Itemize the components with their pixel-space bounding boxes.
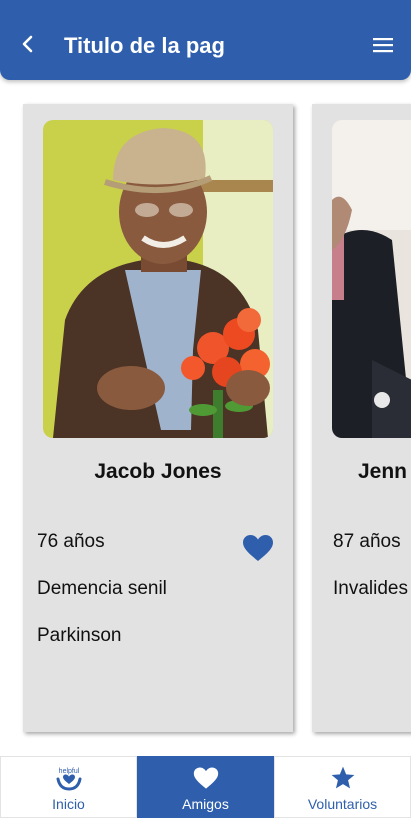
back-button[interactable] [14, 30, 42, 58]
profiles-carousel[interactable]: Jacob Jones 76 años Demencia senil Parki… [0, 80, 411, 756]
logo-text: helpful [58, 768, 79, 775]
menu-button[interactable] [369, 33, 397, 57]
profile-condition: Invalides [333, 578, 408, 599]
person-photo [332, 120, 411, 438]
bottom-navigation: helpful Inicio Amigos Voluntarios [0, 756, 411, 823]
profile-condition: Demencia senil [37, 578, 167, 599]
heart-icon [193, 765, 219, 791]
profile-condition: Parkinson [37, 625, 122, 646]
page-title: Titulo de la pag [64, 33, 225, 58]
profile-photo [43, 120, 273, 438]
profile-age: 87 años [333, 531, 401, 552]
star-icon [330, 765, 356, 791]
app-screen: Titulo de la pag Jacob Jones 76 años Dem… [0, 0, 411, 823]
heart-icon [243, 535, 273, 561]
nav-label: Voluntarios [307, 796, 378, 812]
nav-label: Amigos [182, 796, 229, 812]
nav-inicio[interactable]: helpful Inicio [0, 756, 137, 818]
profile-photo [332, 120, 411, 438]
profile-name: Jacob Jones [94, 460, 222, 483]
hamburger-menu-icon [373, 38, 393, 53]
profile-name: Jenn [358, 460, 408, 483]
top-app-bar: Titulo de la pag [0, 0, 411, 80]
nav-amigos[interactable]: Amigos [137, 756, 274, 818]
profile-age: 76 años [37, 531, 105, 552]
profile-card[interactable]: Jacob Jones 76 años Demencia senil Parki… [23, 104, 293, 732]
nav-label: Inicio [52, 796, 85, 812]
nav-voluntarios[interactable]: Voluntarios [274, 756, 411, 818]
arrow-back-icon [22, 35, 33, 53]
favorite-button[interactable] [242, 534, 276, 564]
profile-card[interactable]: Jenn 87 años Invalides [312, 104, 411, 732]
helpful-logo-icon: helpful [54, 765, 84, 791]
elderly-man-photo [43, 120, 273, 438]
